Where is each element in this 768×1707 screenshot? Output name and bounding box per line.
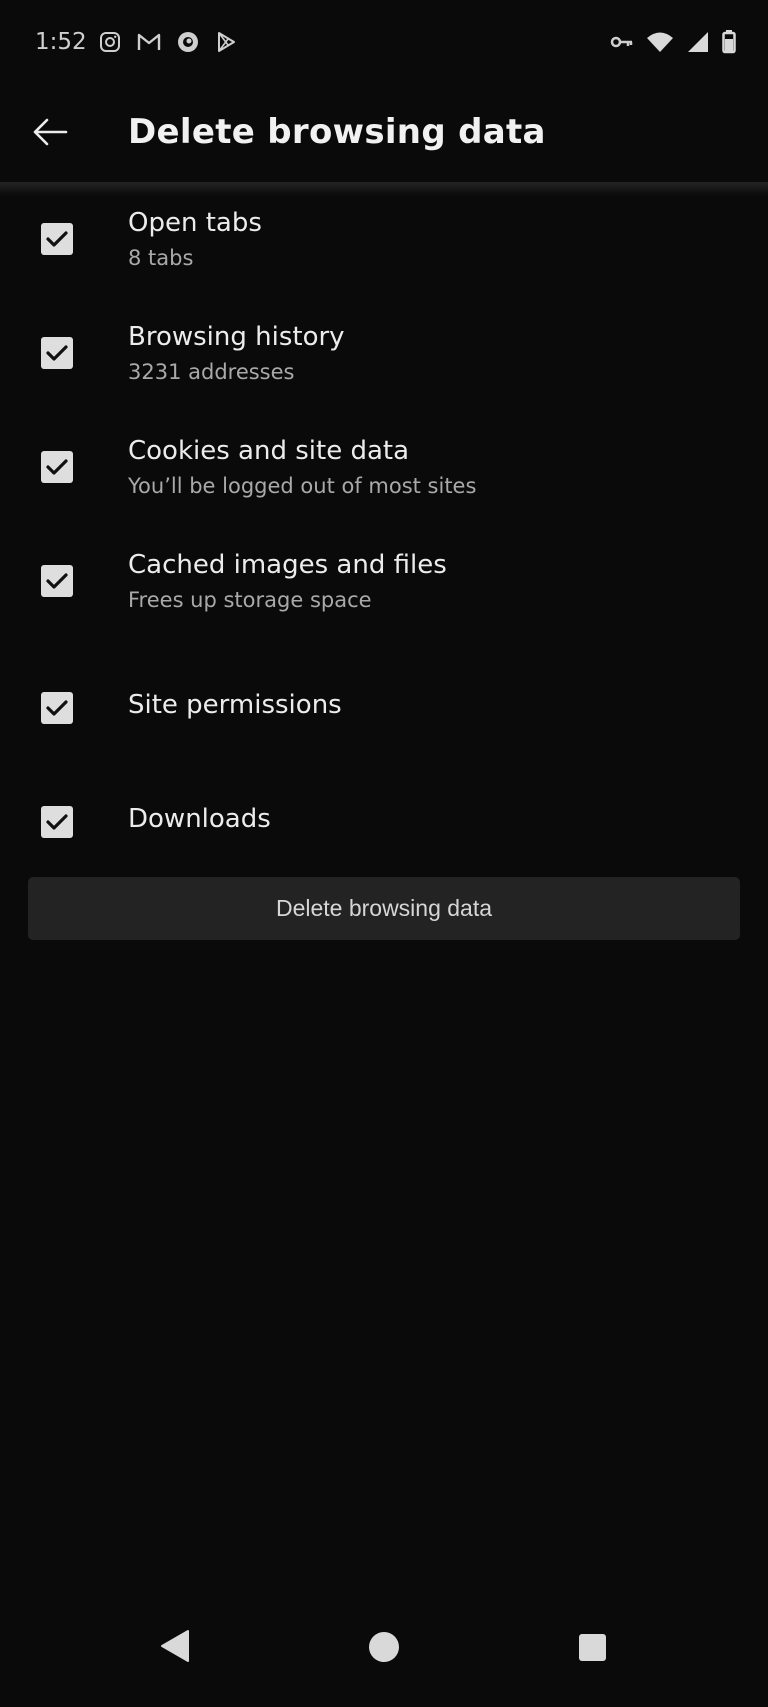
option-label: Open tabs <box>128 208 262 238</box>
option-label: Cookies and site data <box>128 436 410 466</box>
nav-recents-icon[interactable] <box>579 1634 606 1661</box>
app-icon <box>176 30 200 54</box>
check-icon <box>46 573 68 589</box>
option-cookies[interactable]: Cookies and site data You’ll be logged o… <box>0 424 768 538</box>
check-icon <box>46 345 68 361</box>
system-icons <box>610 30 736 54</box>
vpn-key-icon <box>610 34 634 50</box>
check-icon <box>46 231 68 247</box>
arrow-back-icon <box>32 118 68 150</box>
option-cached-images[interactable]: Cached images and files Frees up storage… <box>0 538 768 652</box>
checkbox-cookies[interactable] <box>41 451 73 483</box>
back-button[interactable] <box>22 106 78 162</box>
page-title: Delete browsing data <box>128 112 546 152</box>
gmail-icon <box>136 30 162 54</box>
checkbox-cached-images[interactable] <box>41 565 73 597</box>
checkbox-downloads[interactable] <box>41 806 73 838</box>
notification-icons <box>98 30 238 54</box>
option-label: Browsing history <box>128 322 345 352</box>
check-icon <box>46 700 68 716</box>
option-detail: 3231 addresses <box>128 360 295 384</box>
wifi-icon <box>646 31 674 53</box>
checkbox-site-permissions[interactable] <box>41 692 73 724</box>
app-bar-divider <box>0 182 768 196</box>
signal-icon <box>686 31 710 53</box>
checkbox-open-tabs[interactable] <box>41 223 73 255</box>
status-bar: 1:52 <box>0 0 768 90</box>
nav-back-icon[interactable] <box>160 1629 190 1667</box>
option-downloads[interactable]: Downloads <box>0 766 768 880</box>
option-label: Cached images and files <box>128 550 447 580</box>
option-label: Site permissions <box>128 690 342 720</box>
play-store-icon <box>214 30 238 54</box>
option-detail: You’ll be logged out of most sites <box>128 474 477 498</box>
option-open-tabs[interactable]: Open tabs 8 tabs <box>0 196 768 310</box>
navigation-bar <box>0 1589 768 1707</box>
instagram-icon <box>98 30 122 54</box>
check-icon <box>46 814 68 830</box>
options-list: Open tabs 8 tabs Browsing history 3231 a… <box>0 196 768 880</box>
option-detail: Frees up storage space <box>128 588 372 612</box>
delete-browsing-data-button[interactable]: Delete browsing data <box>28 877 740 940</box>
option-detail: 8 tabs <box>128 246 194 270</box>
battery-icon <box>722 30 736 54</box>
nav-home-icon[interactable] <box>369 1632 399 1662</box>
status-time: 1:52 <box>35 29 87 55</box>
checkbox-browsing-history[interactable] <box>41 337 73 369</box>
option-site-permissions[interactable]: Site permissions <box>0 652 768 766</box>
option-browsing-history[interactable]: Browsing history 3231 addresses <box>0 310 768 424</box>
app-bar: Delete browsing data <box>0 90 768 182</box>
option-label: Downloads <box>128 804 271 834</box>
check-icon <box>46 459 68 475</box>
